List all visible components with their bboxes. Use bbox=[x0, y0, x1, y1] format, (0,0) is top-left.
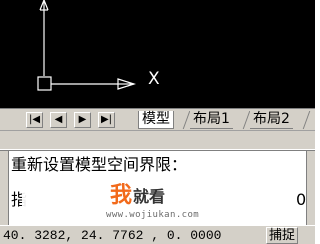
tab-separator bbox=[302, 111, 311, 129]
first-tab-icon: |◀ bbox=[28, 114, 41, 125]
watermark-overlay: 我 就看 www.wojiukan.com bbox=[22, 174, 284, 230]
previous-tab-icon: ◀ bbox=[54, 114, 63, 125]
ucs-x-axis-label: X bbox=[148, 69, 160, 89]
status-bar: 40. 3282, 24. 7762 , 0. 0000 捕捉 bbox=[0, 225, 315, 244]
command-window-scrollbar[interactable] bbox=[306, 151, 315, 226]
command-prompt-value: 0 bbox=[296, 190, 307, 209]
next-tab-icon: ▶ bbox=[78, 114, 87, 125]
previous-tab-button[interactable]: ◀ bbox=[50, 112, 67, 128]
autocad-window: X |◀ ◀ ▶ ▶| 模型 布局1 布局2 重新设置模型空间界限： 指 0 我… bbox=[0, 0, 315, 244]
watermark-logo-char: 我 bbox=[110, 183, 133, 208]
command-window-gripper[interactable] bbox=[0, 151, 9, 226]
command-history-line: 重新设置模型空间界限： bbox=[11, 155, 188, 174]
coordinate-readout: 40. 3282, 24. 7762 , 0. 0000 bbox=[3, 228, 222, 243]
tab-model[interactable]: 模型 bbox=[138, 111, 174, 129]
tab-layout1[interactable]: 布局1 bbox=[190, 111, 233, 129]
next-tab-button[interactable]: ▶ bbox=[74, 112, 91, 128]
last-tab-button[interactable]: ▶| bbox=[98, 112, 115, 128]
snap-toggle-button[interactable]: 捕捉 bbox=[266, 227, 299, 244]
splitter-bar[interactable] bbox=[0, 130, 315, 149]
layout-tab-strip: |◀ ◀ ▶ ▶| 模型 布局1 布局2 bbox=[0, 108, 315, 131]
ucs-icon bbox=[37, 0, 137, 91]
model-space-canvas[interactable]: X bbox=[0, 0, 315, 110]
tab-layout2[interactable]: 布局2 bbox=[250, 111, 293, 129]
watermark-title: 就看 bbox=[133, 187, 166, 206]
watermark-url: www.wojiukan.com bbox=[106, 210, 200, 220]
last-tab-icon: ▶| bbox=[100, 114, 113, 125]
first-tab-button[interactable]: |◀ bbox=[26, 112, 43, 128]
